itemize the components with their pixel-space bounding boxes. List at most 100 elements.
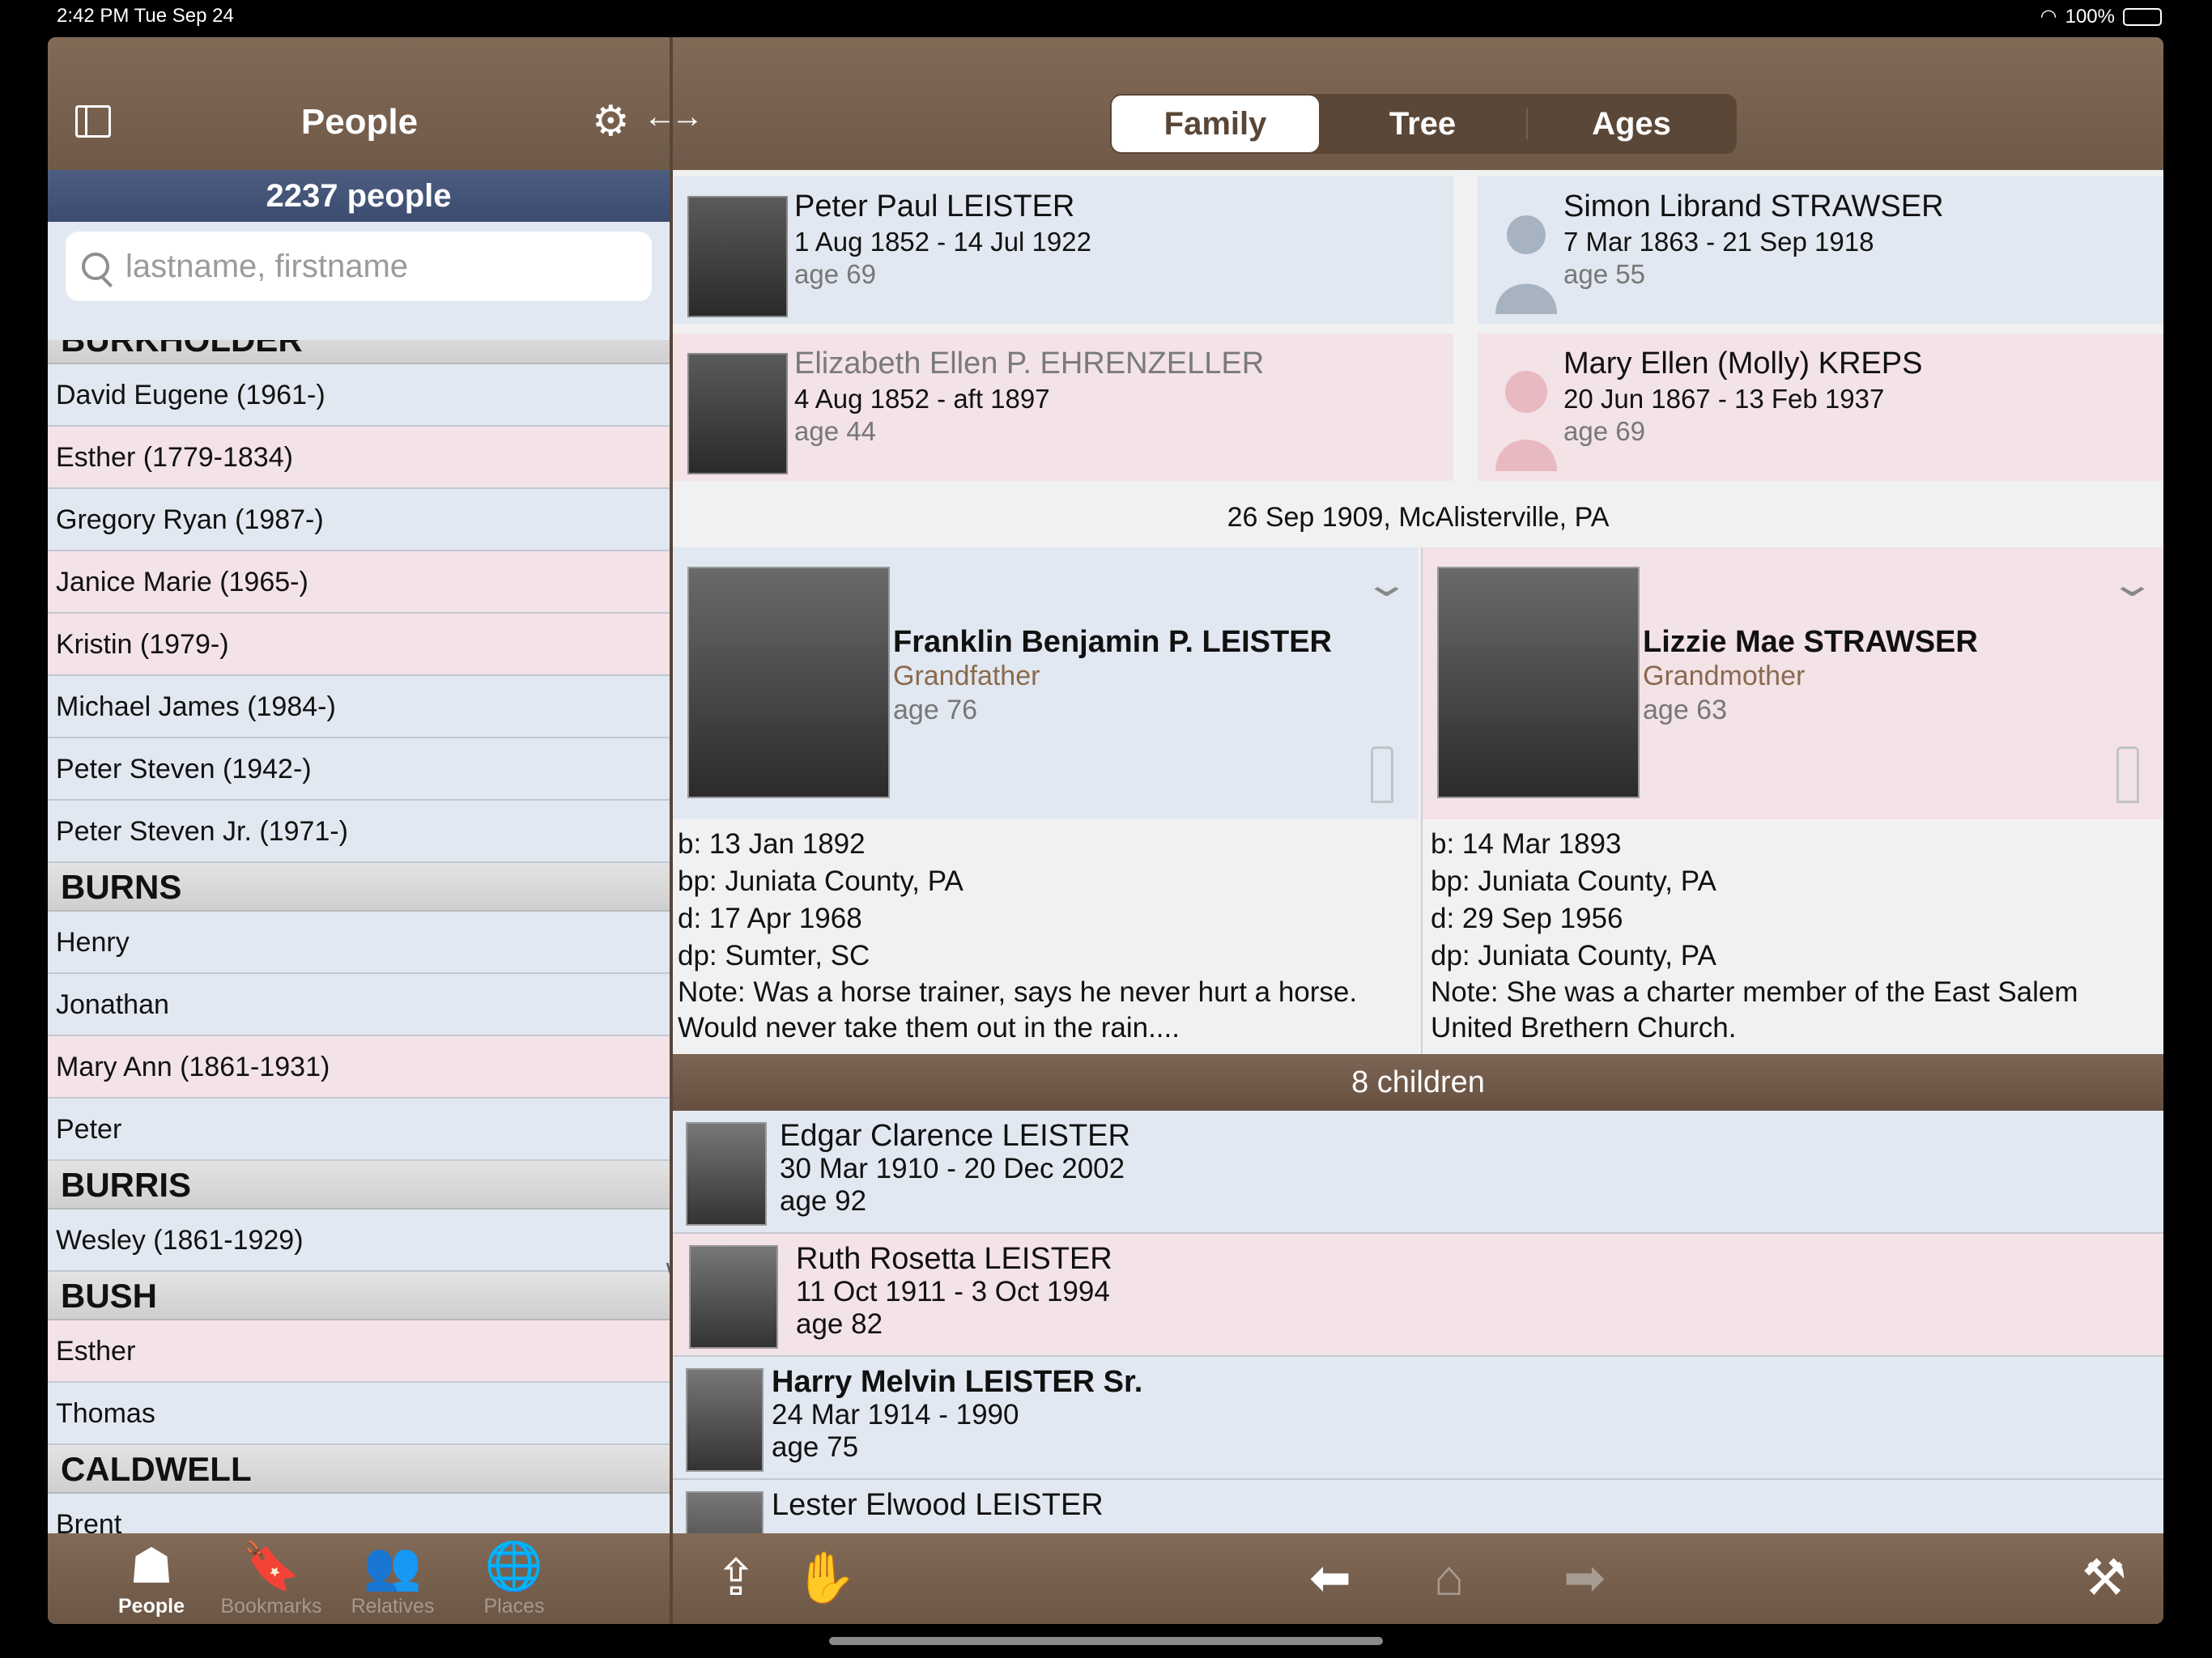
parent-card-mother-father[interactable]: Simon Librand STRAWSER 7 Mar 1863 - 21 S…	[1478, 176, 2163, 324]
section-header: CALDWELL	[48, 1445, 670, 1494]
list-item[interactable]: David Eugene (1961-)	[48, 364, 670, 427]
search-box[interactable]	[66, 232, 652, 301]
section-header: BURKHOLDER	[48, 340, 670, 364]
wife-deathplace: dp: Juniata County, PA	[1431, 940, 1716, 971]
child-name: Harry Melvin LEISTER Sr.	[772, 1365, 1143, 1399]
parent-card-father-father[interactable]: Peter Paul LEISTER 1 Aug 1852 - 14 Jul 1…	[673, 176, 1453, 324]
person-age: age 69	[1563, 416, 1645, 446]
husband-birth: b: 13 Jan 1892	[678, 828, 866, 860]
tab-places[interactable]: 🌐 Places	[457, 1538, 571, 1618]
bookmark-tag-icon[interactable]	[2116, 746, 2139, 803]
list-item[interactable]: Brent	[48, 1494, 670, 1533]
husband-note-line1: Note: Was a horse trainer, says he never…	[678, 976, 1358, 1008]
family-view: Peter Paul LEISTER 1 Aug 1852 - 14 Jul 1…	[673, 170, 2163, 1533]
list-item[interactable]: Esther	[48, 1320, 670, 1383]
relatives-icon: 👥	[363, 1540, 423, 1592]
tab-relatives[interactable]: 👥 Relatives	[336, 1538, 449, 1618]
list-item[interactable]: Gregory Ryan (1987-)	[48, 489, 670, 551]
child-row[interactable]: Edgar Clarence LEISTER 30 Mar 1910 - 20 …	[673, 1111, 2163, 1234]
share-icon[interactable]: ⇪	[715, 1548, 757, 1609]
tab-people[interactable]: ☗ People	[95, 1538, 208, 1618]
list-item[interactable]: Thomas	[48, 1383, 670, 1445]
list-item[interactable]: Michael James (1984-)	[48, 676, 670, 738]
person-photo	[1437, 567, 1640, 798]
person-dates: 7 Mar 1863 - 21 Sep 1918	[1563, 227, 1874, 257]
list-item[interactable]: Peter Steven Jr. (1971-)	[48, 801, 670, 863]
parent-card-mother-mother[interactable]: Mary Ellen (Molly) KREPS 20 Jun 1867 - 1…	[1478, 334, 2163, 481]
child-row[interactable]: Ruth Rosetta LEISTER 11 Oct 1911 - 3 Oct…	[673, 1234, 2163, 1357]
tab-bar: ☗ People 🔖 Bookmarks 👥 Relatives 🌐 Place…	[48, 1533, 670, 1624]
person-name: Mary Ellen (Molly) KREPS	[1563, 346, 1923, 380]
bookmark-icon: 🔖	[241, 1540, 301, 1592]
people-list: BURKHOLDERDavid Eugene (1961-)Esther (17…	[48, 340, 670, 1533]
wife-birthplace: bp: Juniata County, PA	[1431, 865, 1716, 897]
bookmark-tag-icon[interactable]	[1371, 746, 1393, 803]
person-dates: 4 Aug 1852 - aft 1897	[794, 384, 1050, 414]
back-arrow-icon[interactable]: ⬅	[1309, 1548, 1351, 1609]
person-photo	[687, 353, 788, 474]
husband-deathplace: dp: Sumter, SC	[678, 940, 870, 971]
people-title: People	[300, 102, 419, 142]
child-dates: 24 Mar 1914 - 1990	[772, 1399, 1019, 1431]
view-segmented-control: Family Tree Ages	[1110, 94, 1737, 154]
hammer-icon[interactable]: ⚒	[2082, 1548, 2127, 1609]
people-panel: 2237 people BURKHOLDERDavid Eugene (1961…	[48, 170, 670, 1533]
husband-death: d: 17 Apr 1968	[678, 903, 862, 934]
child-name: Ruth Rosetta LEISTER	[796, 1242, 1112, 1276]
child-age: age 92	[780, 1185, 867, 1217]
husband-note-line2: Would never take them out in the rain...…	[678, 1012, 1180, 1044]
person-age: age 69	[794, 259, 876, 289]
child-age: age 82	[796, 1308, 883, 1340]
person-photo	[687, 196, 788, 317]
list-item[interactable]: Esther (1779-1834)	[48, 427, 670, 489]
home-icon[interactable]: ⌂	[1434, 1548, 1464, 1609]
child-age: age 75	[772, 1431, 859, 1463]
segment-family[interactable]: Family	[1112, 96, 1319, 152]
husband-details: b: 13 Jan 1892 bp: Juniata County, PA d:…	[678, 826, 1406, 1046]
male-silhouette-icon	[1495, 215, 1557, 314]
segment-ages[interactable]: Ages	[1528, 96, 1735, 152]
wife-note-line1: Note: She was a charter member of the Ea…	[1431, 976, 2078, 1008]
header: People ⚙ ←→ Family Tree Ages	[48, 37, 2163, 170]
child-dates: 30 Mar 1910 - 20 Dec 2002	[780, 1153, 1125, 1184]
search-icon	[82, 253, 109, 280]
globe-icon: 🌐	[484, 1540, 544, 1592]
child-name: Lester Elwood LEISTER	[772, 1488, 1104, 1522]
wife-age: age 63	[1643, 695, 1727, 725]
list-item[interactable]: Peter Steven (1942-)	[48, 738, 670, 801]
tab-label: Bookmarks	[220, 1595, 322, 1618]
tab-label: People	[118, 1595, 185, 1618]
child-name: Edgar Clarence LEISTER	[780, 1119, 1130, 1153]
wife-birth: b: 14 Mar 1893	[1431, 828, 1622, 860]
segment-tree[interactable]: Tree	[1319, 96, 1526, 152]
hand-icon[interactable]: ✋	[794, 1548, 857, 1609]
child-row[interactable]: Harry Melvin LEISTER Sr. 24 Mar 1914 - 1…	[673, 1357, 2163, 1480]
female-silhouette-icon	[1495, 371, 1557, 471]
chevron-down-icon[interactable]: ⌄	[1363, 563, 1410, 605]
husband-card[interactable]: Franklin Benjamin P. LEISTER Grandfather…	[673, 547, 1418, 819]
wife-name: Lizzie Mae STRAWSER	[1643, 625, 1978, 659]
person-name: Elizabeth Ellen P. EHRENZELLER	[794, 346, 1265, 380]
list-item[interactable]: Mary Ann (1861-1931)	[48, 1036, 670, 1099]
list-item[interactable]: Janice Marie (1965-)	[48, 551, 670, 614]
list-item[interactable]: Wesley (1861-1929)	[48, 1209, 670, 1272]
wife-card[interactable]: Lizzie Mae STRAWSER Grandmother age 63 ⌄	[1423, 547, 2163, 819]
forward-arrow-icon[interactable]: ➡	[1563, 1548, 1606, 1609]
wife-note-line2: United Brethern Church.	[1431, 1012, 1737, 1044]
child-photo	[686, 1368, 764, 1472]
chevron-down-icon[interactable]: ⌄	[2108, 563, 2156, 605]
list-item[interactable]: Henry	[48, 912, 670, 974]
list-item[interactable]: Kristin (1979-)	[48, 614, 670, 676]
husband-name: Franklin Benjamin P. LEISTER	[893, 625, 1332, 659]
list-item[interactable]: Jonathan	[48, 974, 670, 1036]
search-input[interactable]	[125, 248, 611, 285]
tab-label: Relatives	[351, 1595, 435, 1618]
section-header: BUSH	[48, 1272, 670, 1320]
person-photo	[687, 567, 890, 798]
child-row[interactable]: Lester Elwood LEISTER	[673, 1480, 2163, 1533]
person-age: age 55	[1563, 259, 1645, 289]
parent-card-father-mother[interactable]: Elizabeth Ellen P. EHRENZELLER 4 Aug 185…	[673, 334, 1453, 481]
list-item[interactable]: Peter	[48, 1099, 670, 1161]
tab-bookmarks[interactable]: 🔖 Bookmarks	[215, 1538, 328, 1618]
gear-icon[interactable]: ⚙	[592, 100, 630, 142]
